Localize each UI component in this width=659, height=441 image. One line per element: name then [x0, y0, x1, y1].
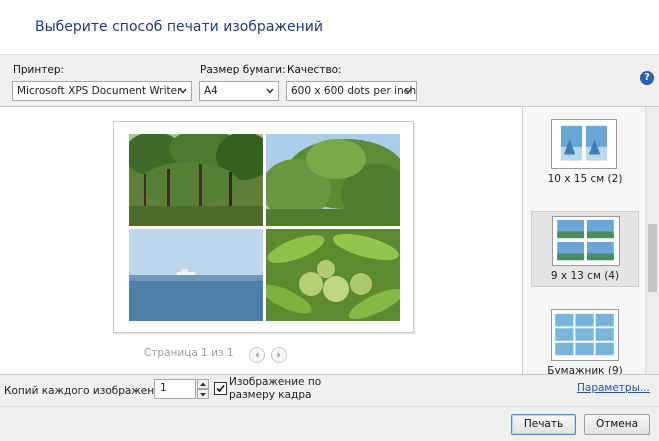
- page-indicator: Страница 1 из 1: [144, 347, 234, 359]
- copies-increment-button[interactable]: [197, 379, 209, 389]
- printer-value: Microsoft XPS Document Writer: [17, 85, 182, 97]
- arrow-up-icon: [200, 382, 206, 386]
- photo-chestnut-leaves: [266, 229, 400, 321]
- quality-label: Качество:: [287, 64, 342, 76]
- printer-label: Принтер:: [13, 64, 65, 76]
- chevron-left-icon: [255, 352, 259, 358]
- layout-item-9x13[interactable]: 9 x 13 см (4): [531, 211, 639, 287]
- paper-size-label: Размер бумаги:: [200, 64, 286, 76]
- layout-label: Бумажник (9): [547, 365, 623, 374]
- chevron-right-icon: [277, 352, 281, 358]
- quality-select[interactable]: 600 x 600 dots per inch: [286, 81, 417, 101]
- scrollbar-thumb[interactable]: [648, 224, 657, 292]
- chevron-down-icon: [179, 88, 187, 94]
- photo-forest: [129, 134, 263, 226]
- layout-scrollbar[interactable]: [645, 107, 659, 374]
- chevron-down-icon: [266, 88, 274, 94]
- fit-to-frame-checkbox[interactable]: [214, 382, 227, 395]
- layout-preview-icon: [555, 313, 614, 356]
- copies-decrement-button[interactable]: [197, 389, 209, 399]
- printer-select[interactable]: Microsoft XPS Document Writer: [12, 81, 192, 101]
- arrow-down-icon: [200, 393, 206, 397]
- layout-preview-icon: [557, 219, 614, 261]
- photo-sea-with-boat: [129, 229, 263, 321]
- print-settings-bar: Принтер: Microsoft XPS Document Writer Р…: [0, 55, 659, 107]
- paper-size-select[interactable]: A4: [199, 81, 279, 101]
- copies-input[interactable]: 1: [154, 379, 196, 399]
- preview-page: [113, 121, 414, 333]
- dialog-title: Выберите способ печати изображений: [35, 19, 323, 35]
- paper-size-value: A4: [204, 85, 218, 97]
- layout-thumb: [552, 216, 620, 266]
- photo-tree-canopy: [266, 134, 400, 226]
- chevron-down-icon: [404, 88, 412, 94]
- layout-list: 10 x 15 см (2) 9 x 13 см (4) Бумажник (9…: [522, 107, 659, 374]
- dialog-header: Выберите способ печати изображений: [0, 0, 659, 55]
- fit-to-frame-label[interactable]: Изображение по размеру кадра: [229, 376, 329, 402]
- layout-item-wallet[interactable]: Бумажник (9): [531, 305, 639, 374]
- previous-page-button[interactable]: [249, 347, 265, 363]
- layout-thumb: [551, 119, 617, 169]
- layout-label: 9 x 13 см (4): [550, 270, 620, 282]
- copies-label: Копий каждого изображения:: [4, 385, 171, 397]
- print-preview: Страница 1 из 1: [0, 107, 522, 374]
- help-icon[interactable]: ?: [640, 71, 654, 85]
- quality-value: 600 x 600 dots per inch: [291, 85, 417, 97]
- layout-item-10x15[interactable]: 10 x 15 см (2): [531, 113, 639, 189]
- next-page-button[interactable]: [271, 347, 287, 363]
- print-options: Копий каждого изображения: 1 Изображение…: [0, 374, 659, 406]
- options-link[interactable]: Параметры...: [577, 382, 650, 394]
- layout-thumb: [551, 309, 619, 361]
- dialog-footer: Печать Отмена: [0, 406, 659, 441]
- copies-stepper: [197, 379, 209, 399]
- layout-preview-icon: [560, 125, 608, 161]
- cancel-button[interactable]: Отмена: [584, 414, 650, 435]
- print-button[interactable]: Печать: [511, 414, 576, 435]
- layout-label: 10 x 15 см (2): [547, 173, 623, 185]
- checkmark-icon: [216, 384, 225, 393]
